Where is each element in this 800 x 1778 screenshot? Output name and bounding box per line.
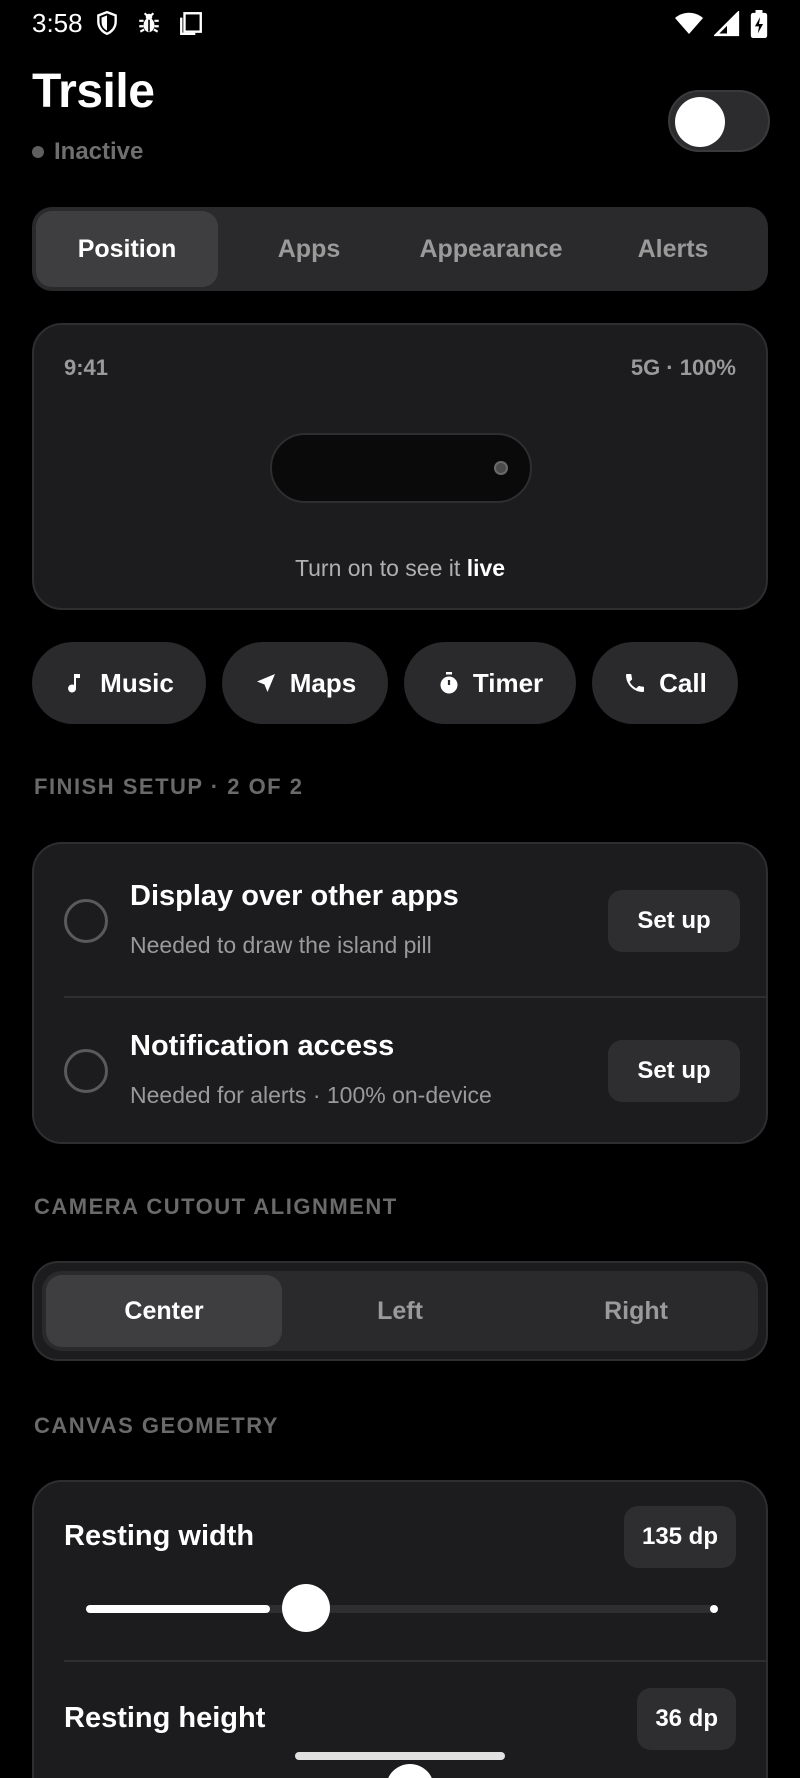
caption-prefix: Turn on to see it bbox=[294, 555, 467, 581]
geometry-section-label: CANVAS GEOMETRY bbox=[34, 1413, 279, 1438]
status-dot bbox=[32, 146, 44, 158]
alignment-segmented-control: Center Left Right bbox=[32, 1261, 768, 1361]
resting-height-value: 36 dp bbox=[637, 1688, 736, 1750]
align-right[interactable]: Right bbox=[518, 1275, 754, 1347]
setup-section-label: FINISH SETUP · 2 OF 2 bbox=[34, 774, 304, 799]
phone-icon bbox=[626, 674, 645, 692]
tab-apps[interactable]: Apps bbox=[218, 211, 400, 287]
preview-caption: Turn on to see it live bbox=[34, 555, 766, 582]
chip-music[interactable]: Music bbox=[32, 642, 206, 724]
caption-emphasis: live bbox=[466, 555, 506, 581]
tab-bar: Position Apps Appearance Alerts bbox=[32, 207, 768, 291]
chip-timer[interactable]: Timer bbox=[404, 642, 576, 724]
camera-dot bbox=[494, 461, 508, 475]
tab-position[interactable]: Position bbox=[36, 211, 218, 287]
island-preview-card: 9:41 5G · 100% Turn on to see it live bbox=[32, 323, 768, 610]
chip-maps[interactable]: Maps bbox=[222, 642, 388, 724]
screenshot-icon bbox=[180, 12, 202, 36]
align-left[interactable]: Left bbox=[282, 1275, 518, 1347]
row-divider bbox=[64, 1660, 766, 1662]
chip-call[interactable]: Call bbox=[592, 642, 738, 724]
slider-thumb[interactable] bbox=[386, 1764, 434, 1778]
setup-card: Display over other apps Needed to draw t… bbox=[32, 842, 768, 1144]
wifi-icon bbox=[675, 12, 703, 34]
setup-overlay-button[interactable]: Set up bbox=[608, 890, 740, 952]
slider-fill bbox=[86, 1605, 270, 1613]
resting-width-slider[interactable] bbox=[86, 1584, 718, 1634]
setup-item-overlay: Display over other apps Needed to draw t… bbox=[34, 844, 766, 994]
chip-label: Timer bbox=[472, 667, 544, 698]
bug-icon bbox=[139, 12, 159, 33]
geometry-card: Resting width 135 dp Resting height 36 d… bbox=[32, 1480, 768, 1778]
chip-label: Music bbox=[100, 667, 174, 698]
setup-status-radio bbox=[64, 1049, 108, 1093]
navigation-arrow-icon bbox=[256, 674, 275, 692]
preview-time: 9:41 bbox=[64, 355, 109, 380]
resting-width-label: Resting width bbox=[64, 1520, 255, 1552]
status-text: Inactive bbox=[54, 138, 144, 165]
shield-icon bbox=[97, 10, 117, 36]
alignment-section-label: CAMERA CUTOUT ALIGNMENT bbox=[34, 1194, 398, 1219]
resting-width-value: 135 dp bbox=[623, 1506, 736, 1568]
setup-item-subtitle: Needed to draw the island pill bbox=[130, 932, 432, 958]
chip-label: Call bbox=[659, 667, 707, 698]
home-indicator[interactable] bbox=[295, 1752, 505, 1760]
slider-end-dot bbox=[710, 1605, 718, 1613]
setup-item-title: Notification access bbox=[130, 1030, 395, 1062]
slider-thumb[interactable] bbox=[281, 1584, 330, 1632]
resting-height-slider[interactable] bbox=[86, 1764, 718, 1778]
demo-chips: Music Maps Timer Call bbox=[32, 642, 772, 724]
preview-network: 5G · 100% bbox=[630, 355, 736, 380]
setup-item-title: Display over other apps bbox=[130, 880, 459, 912]
chip-label: Maps bbox=[289, 667, 357, 698]
align-center[interactable]: Center bbox=[46, 1275, 282, 1347]
tab-appearance[interactable]: Appearance bbox=[400, 211, 582, 287]
setup-status-radio bbox=[64, 899, 108, 943]
cell-signal-icon bbox=[714, 11, 740, 37]
battery-charging-icon bbox=[750, 10, 768, 38]
toggle-knob bbox=[675, 97, 725, 147]
music-note-icon bbox=[68, 674, 81, 693]
app-title: Trsile bbox=[32, 65, 155, 118]
setup-item-notifications: Notification access Needed for alerts · … bbox=[34, 994, 766, 1144]
setup-notifications-button[interactable]: Set up bbox=[608, 1040, 740, 1102]
enable-toggle[interactable] bbox=[668, 90, 770, 152]
tab-alerts[interactable]: Alerts bbox=[582, 211, 764, 287]
status-time: 3:58 bbox=[32, 8, 83, 38]
stopwatch-icon bbox=[440, 672, 458, 694]
status-bar: 3:58 bbox=[0, 0, 800, 46]
island-pill-preview bbox=[270, 433, 532, 503]
resting-height-label: Resting height bbox=[64, 1702, 266, 1734]
service-status: Inactive bbox=[32, 138, 143, 166]
setup-item-subtitle: Needed for alerts · 100% on-device bbox=[130, 1082, 492, 1108]
